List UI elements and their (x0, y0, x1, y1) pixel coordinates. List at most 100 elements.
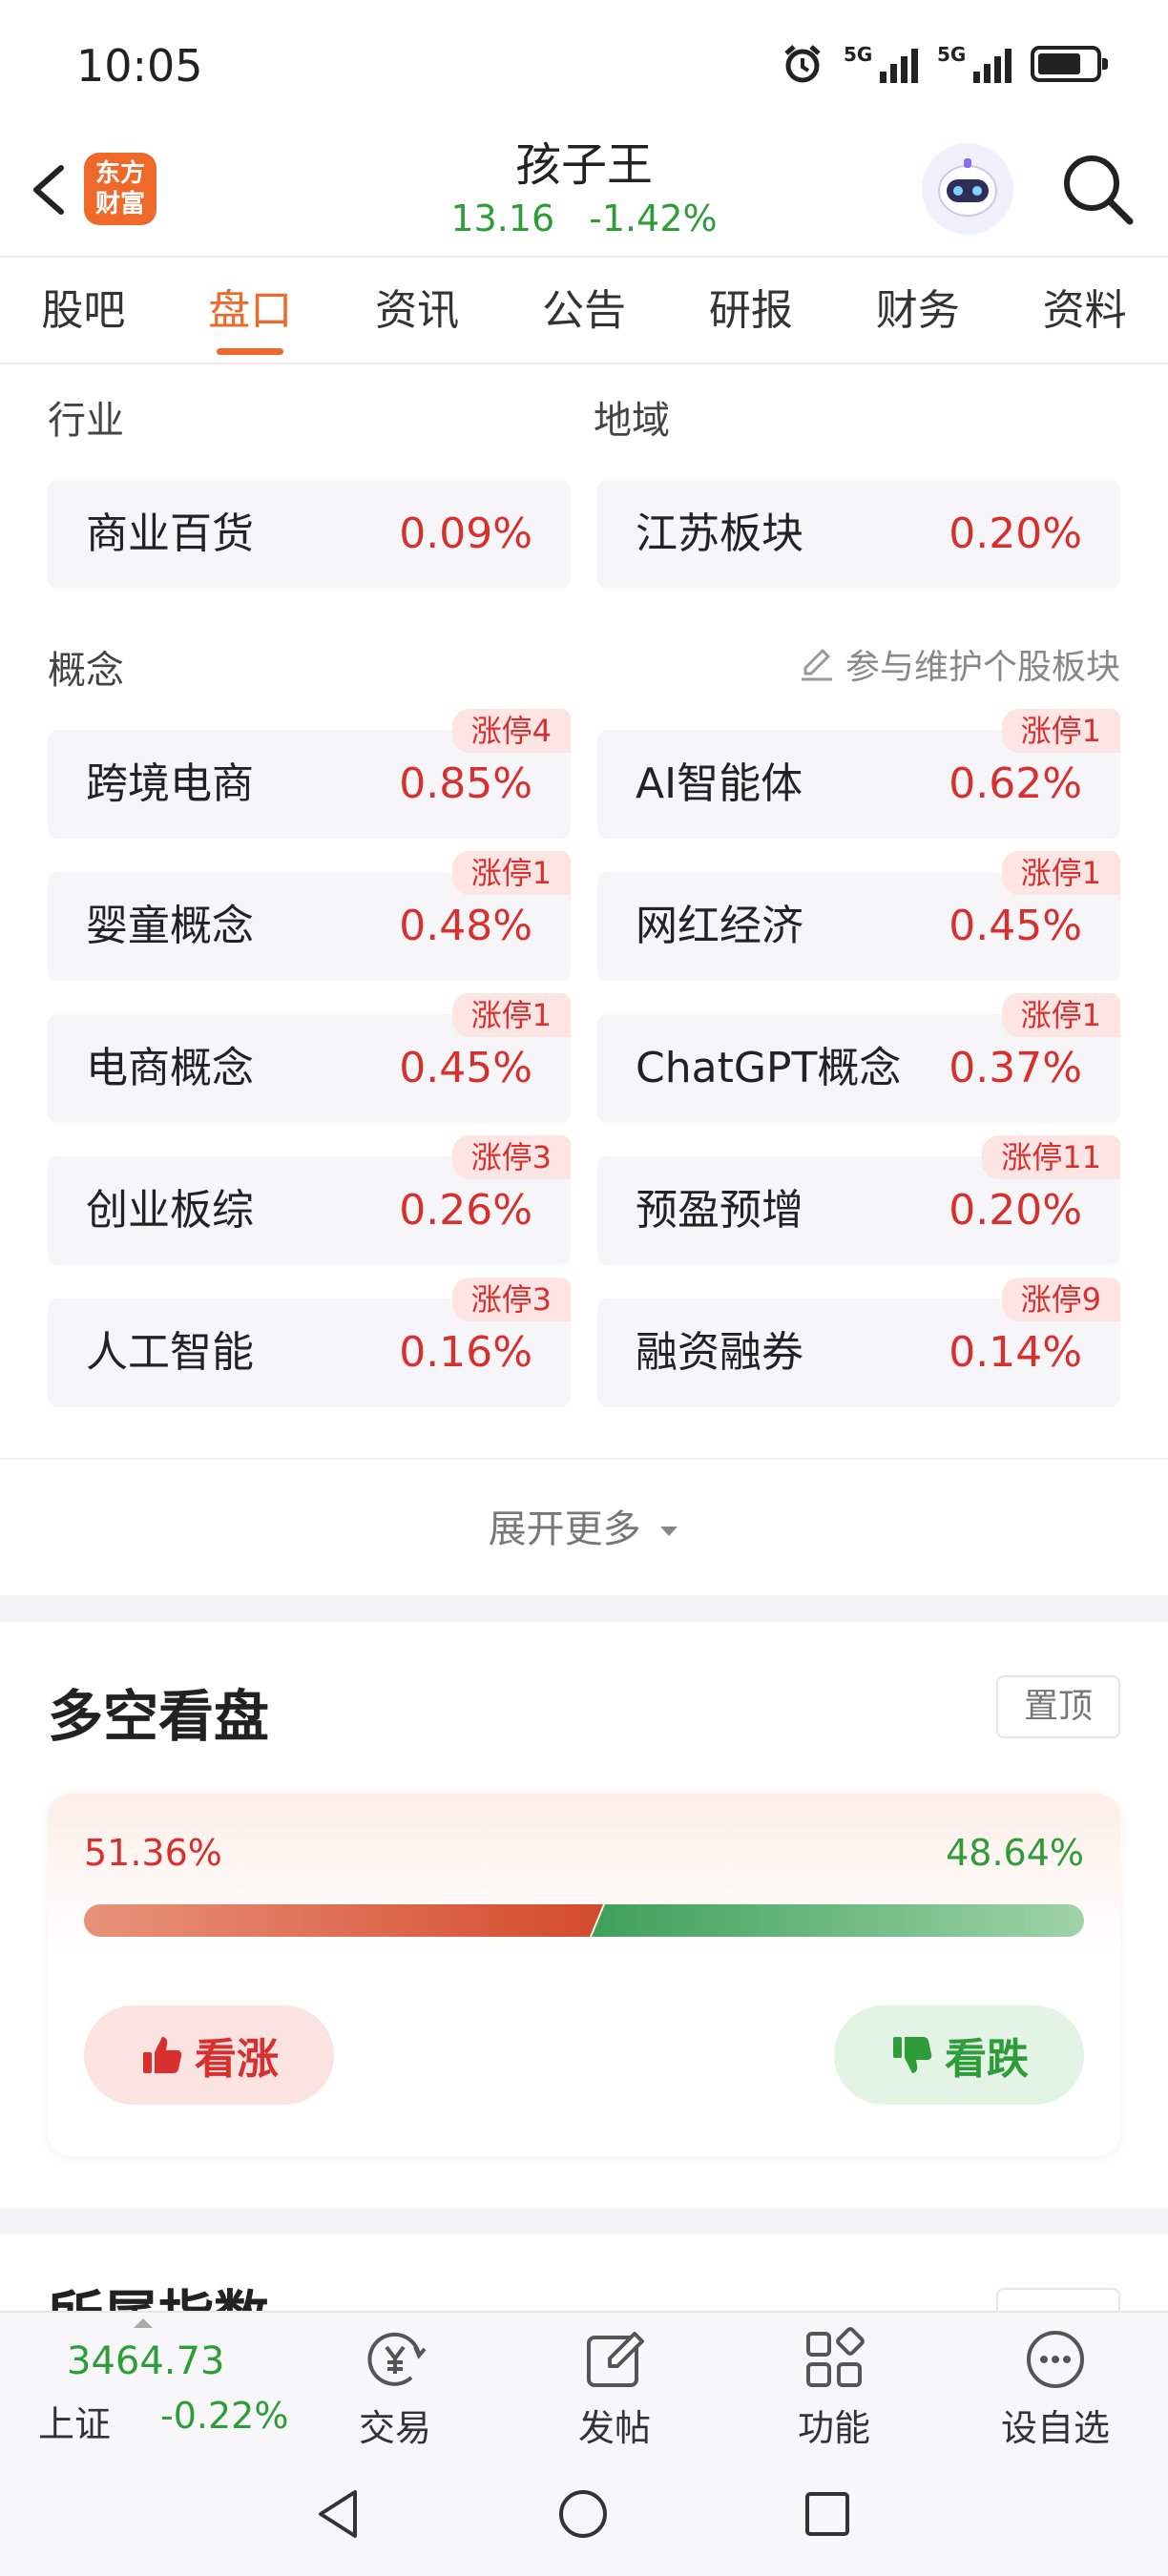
sector-pct: 0.20% (949, 509, 1082, 558)
edit-post-icon (587, 2332, 644, 2387)
concept-pct: 0.45% (399, 1044, 532, 1092)
nav-recents-icon[interactable] (794, 2481, 861, 2547)
concept-cell[interactable]: 涨停1 ChatGPT概念 0.37% (597, 993, 1120, 1123)
bullish-vote-button[interactable]: 看涨 (84, 2005, 334, 2105)
region-cell[interactable]: 江苏板块 0.20% (597, 480, 1120, 589)
edit-pen-icon (801, 649, 832, 681)
concept-cell[interactable]: 涨停4 跨境电商 0.85% (48, 709, 571, 839)
pin-top-button[interactable]: 置顶 (996, 1675, 1120, 1738)
index-value[interactable]: 3464.73 (67, 2339, 224, 2383)
functions-button[interactable]: 功能 (748, 2322, 920, 2452)
concept-name: 婴童概念 (86, 902, 254, 950)
concept-pct: 0.16% (399, 1328, 532, 1377)
trade-yen-icon (367, 2332, 427, 2386)
stock-price: 13.16 (450, 197, 555, 239)
concept-pct: 0.37% (949, 1044, 1082, 1092)
more-dots-icon (1027, 2331, 1084, 2388)
section-divider (0, 1595, 1168, 1622)
index-name[interactable]: 上证 (38, 2395, 111, 2447)
bearish-vote-button[interactable]: 看跌 (834, 2005, 1084, 2105)
concept-cell[interactable]: 涨停3 创业板综 0.26% (48, 1135, 571, 1265)
sentiment-bar-bear (592, 1904, 1084, 1937)
tab-guba[interactable]: 股吧 (0, 258, 167, 363)
concept-pct: 0.62% (949, 759, 1082, 808)
battery-icon (1031, 46, 1108, 82)
concept-name: ChatGPT概念 (636, 1044, 902, 1092)
caret-down-icon (660, 1527, 678, 1536)
alarm-icon (784, 45, 821, 83)
sentiment-bar-bull (84, 1904, 603, 1937)
industry-label: 行业 (48, 399, 124, 443)
post-label: 发帖 (577, 2407, 651, 2449)
grid-apps-icon (806, 2327, 865, 2387)
concept-name: 融资融券 (636, 1328, 803, 1377)
concept-pct: 0.85% (399, 759, 532, 808)
concept-pct: 0.26% (399, 1186, 532, 1235)
concept-name: 预盈预增 (636, 1186, 803, 1235)
sentiment-bar (84, 1904, 1084, 1937)
thumbs-down-icon (893, 2037, 932, 2073)
long-short-title: 多空看盘 (48, 1684, 270, 1749)
trade-label: 交易 (358, 2407, 431, 2449)
trade-button[interactable]: 交易 (309, 2322, 481, 2452)
concept-cell[interactable]: 涨停1 网红经济 0.45% (597, 851, 1120, 981)
bottom-toolbar: 3464.73 上证 -0.22% 交易 发帖 功能 设自选 (0, 2311, 1168, 2452)
industry-cell[interactable]: 商业百货 0.09% (48, 480, 571, 589)
nav-back-icon[interactable] (305, 2481, 372, 2547)
status-icons: 5G 5G (781, 42, 1108, 86)
concept-name: 电商概念 (86, 1044, 254, 1092)
concept-label: 概念 (48, 649, 124, 693)
signal-5g-icon: 5G (844, 45, 918, 83)
sector-name: 商业百货 (86, 509, 254, 558)
system-nav-bar (0, 2452, 1168, 2576)
tab-news[interactable]: 资讯 (334, 258, 501, 363)
long-short-card: 51.36% 48.64% 看涨 看跌 (48, 1794, 1120, 2156)
concept-cell[interactable]: 涨停1 婴童概念 0.48% (48, 851, 571, 981)
post-button[interactable]: 发帖 (529, 2322, 700, 2452)
concept-name: 网红经济 (636, 902, 803, 950)
concept-cell[interactable]: 涨停1 电商概念 0.45% (48, 993, 571, 1123)
region-label: 地域 (594, 399, 670, 443)
bear-percentage: 48.64% (946, 1832, 1084, 1874)
maintain-sectors-link[interactable]: 参与维护个股板块 (798, 639, 1120, 689)
bullish-label: 看涨 (195, 2035, 279, 2084)
section-divider (0, 2208, 1168, 2234)
expand-more-row: 展开更多 (0, 1458, 1168, 1595)
signal-5g-icon-2: 5G (937, 45, 1012, 83)
concept-name: 人工智能 (86, 1328, 254, 1377)
search-icon[interactable] (1057, 149, 1137, 229)
sector-name: 江苏板块 (636, 509, 803, 558)
tab-research[interactable]: 研报 (667, 258, 834, 363)
maintain-sectors-text: 参与维护个股板块 (845, 648, 1120, 687)
concept-pct: 0.48% (399, 902, 532, 950)
tab-profile[interactable]: 资料 (1001, 258, 1168, 363)
tab-announcements[interactable]: 公告 (501, 258, 668, 363)
bearish-label: 看跌 (945, 2035, 1029, 2084)
bull-percentage: 51.36% (84, 1832, 222, 1874)
add-watchlist-label: 设自选 (1000, 2407, 1110, 2449)
concept-cell[interactable]: 涨停11 预盈预增 0.20% (597, 1135, 1120, 1265)
robot-assistant-icon[interactable] (922, 143, 1013, 235)
concept-name: 跨境电商 (86, 759, 254, 808)
expand-more-text: 展开更多 (488, 1507, 641, 1551)
concept-pct: 0.20% (949, 1186, 1082, 1235)
index-expand-caret-icon[interactable] (134, 2318, 153, 2328)
thumbs-up-icon (143, 2037, 182, 2073)
concept-pct: 0.14% (949, 1328, 1082, 1377)
functions-label: 功能 (797, 2407, 870, 2449)
concept-cell[interactable]: 涨停9 融资融券 0.14% (597, 1278, 1120, 1407)
index-change[interactable]: -0.22% (160, 2395, 288, 2437)
tab-pankou[interactable]: 盘口 (167, 258, 334, 363)
concept-cell[interactable]: 涨停1 AI智能体 0.62% (597, 709, 1120, 839)
add-watchlist-button[interactable]: 设自选 (970, 2322, 1141, 2452)
stock-header: 东方 财富 孩子王 13.16 -1.42% (0, 134, 1168, 256)
concept-name: AI智能体 (636, 759, 803, 808)
tab-bar: 股吧 盘口 资讯 公告 研报 财务 资料 (0, 256, 1168, 364)
nav-home-icon[interactable] (550, 2481, 616, 2547)
expand-more-button[interactable]: 展开更多 (0, 1498, 1168, 1553)
concept-cell[interactable]: 涨停3 人工智能 0.16% (48, 1278, 571, 1407)
concept-name: 创业板综 (86, 1186, 254, 1235)
concept-pct: 0.45% (949, 902, 1082, 950)
status-bar: 10:05 5G 5G (0, 0, 1168, 134)
tab-finance[interactable]: 财务 (834, 258, 1001, 363)
